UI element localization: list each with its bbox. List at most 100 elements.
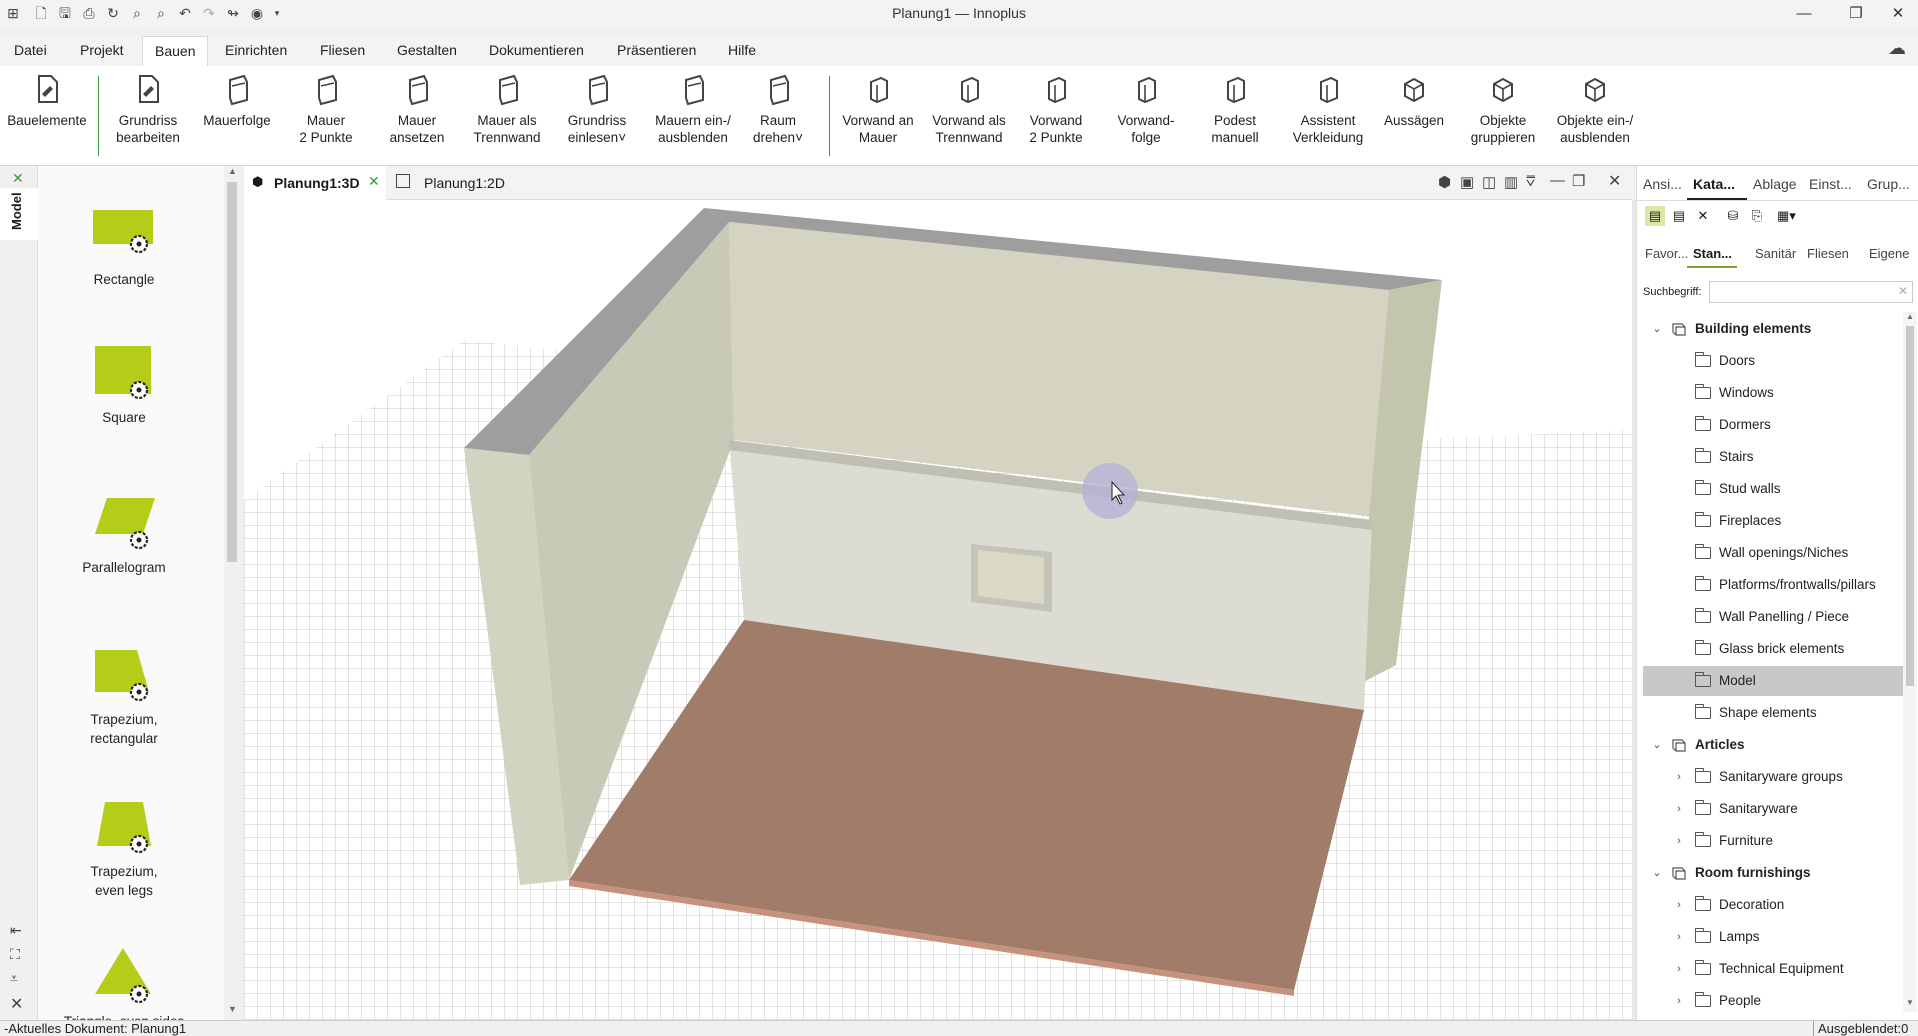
tree-item[interactable]: Fireplaces xyxy=(1643,506,1903,536)
menu-praesentieren[interactable]: Präsentieren xyxy=(617,42,696,58)
tree-item[interactable]: Shape elements xyxy=(1643,698,1903,728)
database-icon[interactable]: ⛁ xyxy=(1723,206,1743,226)
tree-item[interactable]: › Furniture xyxy=(1643,826,1903,856)
scroll-up-icon[interactable]: ▲ xyxy=(228,166,237,176)
tree-item[interactable]: › People xyxy=(1643,986,1903,1016)
chevron-right-icon[interactable]: › xyxy=(1673,794,1685,824)
tab-einstellungen[interactable]: Einst... xyxy=(1809,176,1852,192)
close-view-icon[interactable]: ✕ xyxy=(1608,171,1621,191)
menu-projekt[interactable]: Projekt xyxy=(80,42,124,58)
ribbon-button-5[interactable]: Mauer als Trennwand xyxy=(467,72,547,146)
tree-item[interactable]: Wall Panelling / Piece xyxy=(1643,602,1903,632)
tree-item[interactable]: › Lamps xyxy=(1643,922,1903,952)
ribbon-button-4[interactable]: Mauer ansetzen xyxy=(377,72,457,146)
filter-icon[interactable]: ⩡ xyxy=(10,970,18,987)
tree-item[interactable]: Windows xyxy=(1643,378,1903,408)
ribbon-button-15[interactable]: Aussägen xyxy=(1376,72,1452,129)
ribbon-button-8[interactable]: Raum drehen˅ xyxy=(738,72,818,146)
tab-katalog[interactable]: Kata... xyxy=(1687,166,1747,200)
view-single-icon[interactable]: ▣ xyxy=(1460,173,1474,191)
chevron-down-icon[interactable]: ⌄ xyxy=(1651,730,1663,760)
shape-item[interactable]: Rectangle xyxy=(38,204,210,289)
menu-fliesen[interactable]: Fliesen xyxy=(320,42,365,58)
tree-scroll-up-icon[interactable]: ▲ xyxy=(1906,312,1914,321)
3d-viewport[interactable] xyxy=(244,200,1632,1020)
ribbon-button-6[interactable]: Grundriss einlesen˅ xyxy=(557,72,637,146)
shape-item[interactable]: Triangle, even sides xyxy=(38,946,210,1020)
minimize-icon[interactable]: — xyxy=(1784,2,1824,26)
shape-item[interactable]: Parallelogram xyxy=(38,492,210,577)
menu-bauen[interactable]: Bauen xyxy=(142,36,209,66)
chevron-right-icon[interactable]: › xyxy=(1673,986,1685,1016)
subtab-fliesen[interactable]: Fliesen xyxy=(1807,246,1849,261)
cloud-icon[interactable]: ☁ xyxy=(1888,38,1912,62)
ribbon-button-11[interactable]: Vorwand 2 Punkte xyxy=(1016,72,1096,146)
view-columns-icon[interactable]: ▥ xyxy=(1504,173,1518,191)
ribbon-button-17[interactable]: Objekte ein-/ ausblenden xyxy=(1548,72,1642,146)
ribbon-button-1[interactable]: Grundriss bearbeiten xyxy=(106,72,190,146)
tree-scrollbar-thumb[interactable] xyxy=(1906,326,1914,686)
minimize-view-icon[interactable]: — xyxy=(1550,172,1565,189)
tree-item[interactable]: Platforms/frontwalls/pillars xyxy=(1643,570,1903,600)
menu-gestalten[interactable]: Gestalten xyxy=(397,42,457,58)
tree-item[interactable]: › Technical Equipment xyxy=(1643,954,1903,984)
tab-ansichten[interactable]: Ansi... xyxy=(1643,176,1682,192)
tree-item[interactable]: ⌄ Room furnishings xyxy=(1643,858,1903,888)
tab-ablage[interactable]: Ablage xyxy=(1753,176,1797,192)
search-input[interactable]: ✕ xyxy=(1709,281,1913,303)
close-icon[interactable]: ✕ xyxy=(1878,2,1918,26)
ribbon-button-13[interactable]: Podest manuell xyxy=(1198,72,1272,146)
tree-item[interactable]: ⌄ Articles xyxy=(1643,730,1903,760)
view-options-icon[interactable]: ▦▾ xyxy=(1777,206,1805,226)
tree-scroll-down-icon[interactable]: ▼ xyxy=(1906,998,1914,1007)
subtab-favoriten[interactable]: Favor... xyxy=(1645,246,1688,261)
maximize-view-icon[interactable]: ❐ xyxy=(1572,172,1585,190)
menu-dokumentieren[interactable]: Dokumentieren xyxy=(489,42,584,58)
tab-3d-view[interactable]: ⬢ Planung1:3D ✕ xyxy=(244,166,386,200)
ribbon-button-2[interactable]: Mauerfolge xyxy=(196,72,278,129)
ribbon-button-12[interactable]: Vorwand-folge xyxy=(1106,72,1186,146)
ribbon-button-9[interactable]: Vorwand an Mauer xyxy=(836,72,920,146)
ribbon-button-0[interactable]: Bauelemente xyxy=(4,72,90,129)
ribbon-button-3[interactable]: Mauer 2 Punkte xyxy=(286,72,366,146)
tree-item[interactable]: Glass brick elements xyxy=(1643,634,1903,664)
tab-2d-view[interactable]: Planung1:2D xyxy=(392,166,522,200)
chevron-right-icon[interactable]: › xyxy=(1673,826,1685,856)
tree-item[interactable]: Stud walls xyxy=(1643,474,1903,504)
import-icon[interactable]: ▤ xyxy=(1669,206,1689,226)
ribbon-button-7[interactable]: Mauern ein-/ ausblenden xyxy=(645,72,741,146)
tree-item[interactable]: › Sanitaryware groups xyxy=(1643,762,1903,792)
view-menu-icon[interactable]: ⩢ xyxy=(1526,173,1535,190)
menu-datei[interactable]: Datei xyxy=(14,42,47,58)
shape-item[interactable]: Square xyxy=(38,342,210,427)
ribbon-button-16[interactable]: Objekte gruppieren xyxy=(1460,72,1546,146)
subtab-standard[interactable]: Stan... xyxy=(1687,238,1737,268)
shape-item[interactable]: Trapezium, even legs xyxy=(38,796,210,900)
export-icon[interactable]: ⎘ xyxy=(1747,206,1767,226)
pin-icon[interactable]: ⇤ xyxy=(10,922,22,939)
view-split-icon[interactable]: ◫ xyxy=(1482,173,1496,191)
view-3d-icon[interactable]: ⬢ xyxy=(1438,173,1451,191)
tree-item[interactable]: Stairs xyxy=(1643,442,1903,472)
shape-panel-scrollbar[interactable]: ▲ ▼ xyxy=(224,166,240,1020)
close-icon[interactable]: ✕ xyxy=(10,994,23,1014)
chevron-right-icon[interactable]: › xyxy=(1673,762,1685,792)
tree-item[interactable]: Doors xyxy=(1643,346,1903,376)
clear-search-icon[interactable]: ✕ xyxy=(1898,284,1908,298)
tree-item[interactable]: Wall openings/Niches xyxy=(1643,538,1903,568)
ribbon-button-10[interactable]: Vorwand als Trennwand xyxy=(926,72,1012,146)
open-catalog-icon[interactable]: ▤ xyxy=(1645,206,1665,226)
delete-folder-icon[interactable]: ✕ xyxy=(1693,206,1713,226)
shape-item[interactable]: Trapezium, rectangular xyxy=(38,644,210,748)
chevron-down-icon[interactable]: ⌄ xyxy=(1651,314,1663,344)
fit-view-icon[interactable]: ⛶ xyxy=(10,946,20,963)
subtab-eigene[interactable]: Eigene xyxy=(1869,246,1909,261)
tree-item[interactable]: ⌄ Building elements xyxy=(1643,314,1903,344)
tree-item[interactable]: › Sanitaryware xyxy=(1643,794,1903,824)
chevron-right-icon[interactable]: › xyxy=(1673,922,1685,952)
tab-model[interactable]: Model xyxy=(0,188,38,240)
menu-hilfe[interactable]: Hilfe xyxy=(728,42,756,58)
subtab-sanitaer[interactable]: Sanitär xyxy=(1755,246,1796,261)
ribbon-button-14[interactable]: Assistent Verkleidung xyxy=(1282,72,1374,146)
scrollbar-thumb[interactable] xyxy=(227,182,237,562)
